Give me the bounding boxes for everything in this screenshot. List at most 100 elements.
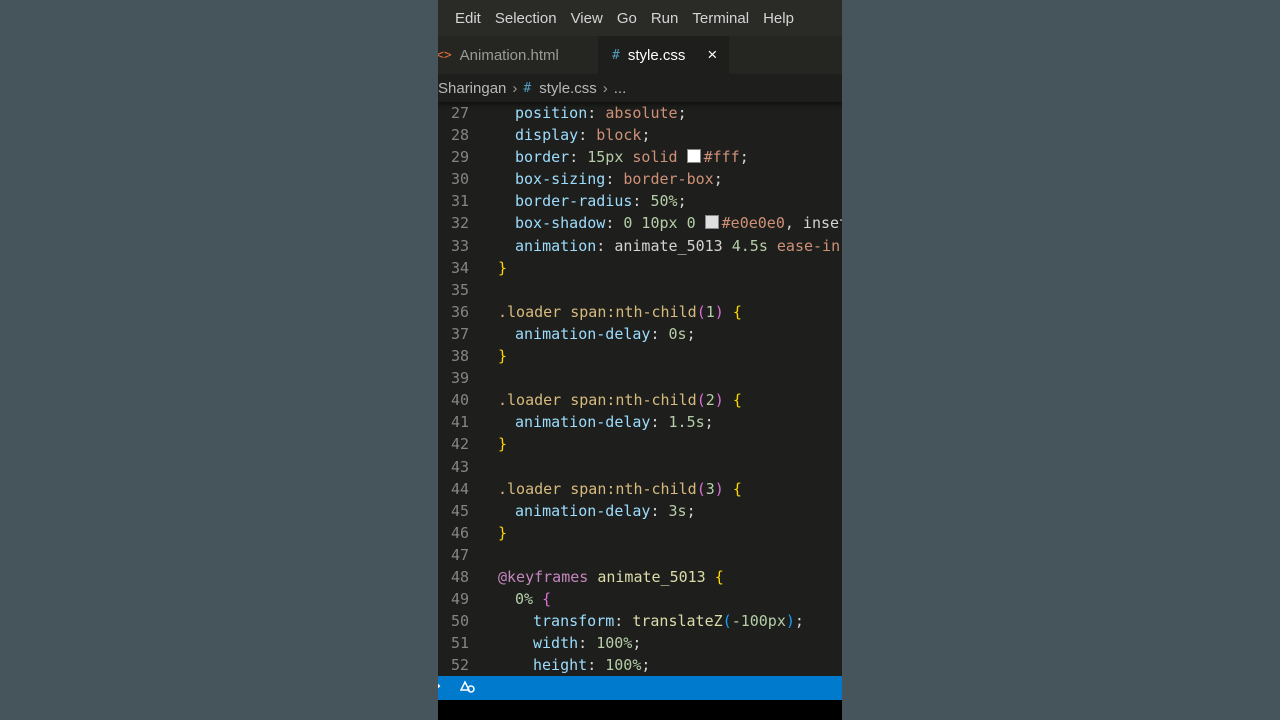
code-token: block (596, 126, 642, 145)
line-number: 45 (450, 501, 469, 520)
code-line: 40 .loader span:nth-child(2) { (438, 389, 842, 411)
code-token: : (605, 170, 624, 189)
menu-go[interactable]: Go (617, 10, 637, 27)
line-number: 35 (450, 280, 469, 299)
code-token: ; (677, 192, 687, 211)
menu-edit[interactable]: Edit (455, 10, 481, 27)
code-token: .loader span:nth-child (498, 302, 697, 321)
tab-bar: <> Animation.html # style.css × (438, 36, 842, 74)
code-token: : (596, 236, 615, 255)
code-line: 31 border-radius: 50%; (438, 190, 842, 212)
code-token: } (498, 347, 508, 366)
code-token: { (542, 590, 552, 609)
code-line: 36 .loader span:nth-child(1) { (438, 301, 842, 323)
breadcrumb-more[interactable]: ... (614, 80, 627, 97)
chevron-right-icon: › (602, 79, 608, 97)
color-swatch[interactable] (686, 149, 701, 164)
code-token: , inset (784, 214, 842, 233)
line-number: 50 (450, 612, 469, 631)
code-token: : (605, 214, 624, 233)
line-number: 38 (450, 347, 469, 366)
code-token: : (650, 501, 669, 520)
code-line: 47 (438, 544, 842, 566)
code-token: border-radius (515, 192, 633, 211)
line-number: 40 (450, 391, 469, 410)
code-token: border (515, 148, 570, 167)
code-token: #e0e0e0 (721, 214, 785, 233)
line-number: 51 (450, 634, 469, 653)
line-number: 42 (450, 435, 469, 454)
line-number: 52 (450, 656, 469, 675)
tab-style-css[interactable]: # style.css × (598, 36, 730, 74)
code-token: } (498, 523, 508, 542)
line-number: 31 (450, 192, 469, 211)
code-token: { (732, 479, 742, 498)
code-line: 43 (438, 456, 842, 478)
tab-animation-html[interactable]: <> Animation.html (438, 36, 598, 74)
code-line: 42} (438, 433, 842, 455)
menu-terminal[interactable]: Terminal (692, 10, 749, 27)
breadcrumb-folder[interactable]: Sharingan (438, 80, 506, 97)
css-hash-icon: # (523, 80, 532, 96)
menu-view[interactable]: View (571, 10, 603, 27)
menu-help[interactable]: Help (763, 10, 794, 27)
code-line: 50 transform: translateZ(-100px); (438, 610, 842, 632)
code-token: animation-delay (515, 413, 651, 432)
code-token: 0% (515, 590, 534, 609)
code-token: 15px (587, 148, 624, 167)
line-number: 32 (450, 214, 469, 233)
line-number: 36 (450, 302, 469, 321)
code-token: ( (696, 479, 706, 498)
code-token: -100px (731, 612, 786, 631)
code-token: transform (533, 612, 615, 631)
line-number: 37 (450, 324, 469, 343)
code-token: : (650, 413, 669, 432)
remote-icon[interactable] (438, 679, 444, 698)
code-token: animate_5013 (597, 567, 706, 586)
code-token: position (515, 104, 588, 122)
code-editor[interactable]: 27 position: absolute; 28 display: block; … (438, 102, 842, 676)
code-line: 49 0% { (438, 588, 842, 610)
code-token: absolute (605, 104, 678, 122)
code-line: 38} (438, 345, 842, 367)
close-icon[interactable]: × (707, 45, 717, 65)
code-token: : (632, 192, 651, 211)
code-token: { (732, 302, 742, 321)
code-token: animate_5013 (614, 236, 723, 255)
code-line: 34} (438, 257, 842, 279)
code-token: } (498, 435, 508, 454)
code-token: animation (515, 236, 597, 255)
code-line: 32 box-shadow: 0 10px 0 #e0e0e0, inset (438, 212, 842, 234)
code-token: ; (641, 656, 651, 675)
menu-bar: Edit Selection View Go Run Terminal Help (438, 0, 842, 36)
code-token: ) (714, 479, 724, 498)
code-token: ( (696, 391, 706, 410)
code-line: 30 box-sizing: border-box; (438, 168, 842, 190)
code-token: ; (794, 612, 804, 631)
menu-run[interactable]: Run (651, 10, 679, 27)
code-token: .loader span:nth-child (498, 479, 697, 498)
code-token: : (587, 104, 606, 122)
status-bar (438, 676, 842, 700)
code-token: : (569, 148, 588, 167)
code-token: animation-delay (515, 501, 651, 520)
code-token: ) (785, 612, 795, 631)
line-number: 34 (450, 258, 469, 277)
tab-label: Animation.html (459, 46, 559, 64)
code-token: { (732, 391, 742, 410)
code-token: ( (696, 302, 706, 321)
live-share-icon[interactable] (458, 678, 476, 699)
menu-selection[interactable]: Selection (495, 10, 557, 27)
code-token: ; (739, 148, 749, 167)
code-line: 48 @keyframes animate_5013 { (438, 566, 842, 588)
code-line: 37 animation-delay: 0s; (438, 323, 842, 345)
code-token: translateZ (632, 612, 723, 631)
breadcrumb-file[interactable]: style.css (539, 80, 597, 97)
color-swatch[interactable] (704, 215, 719, 230)
